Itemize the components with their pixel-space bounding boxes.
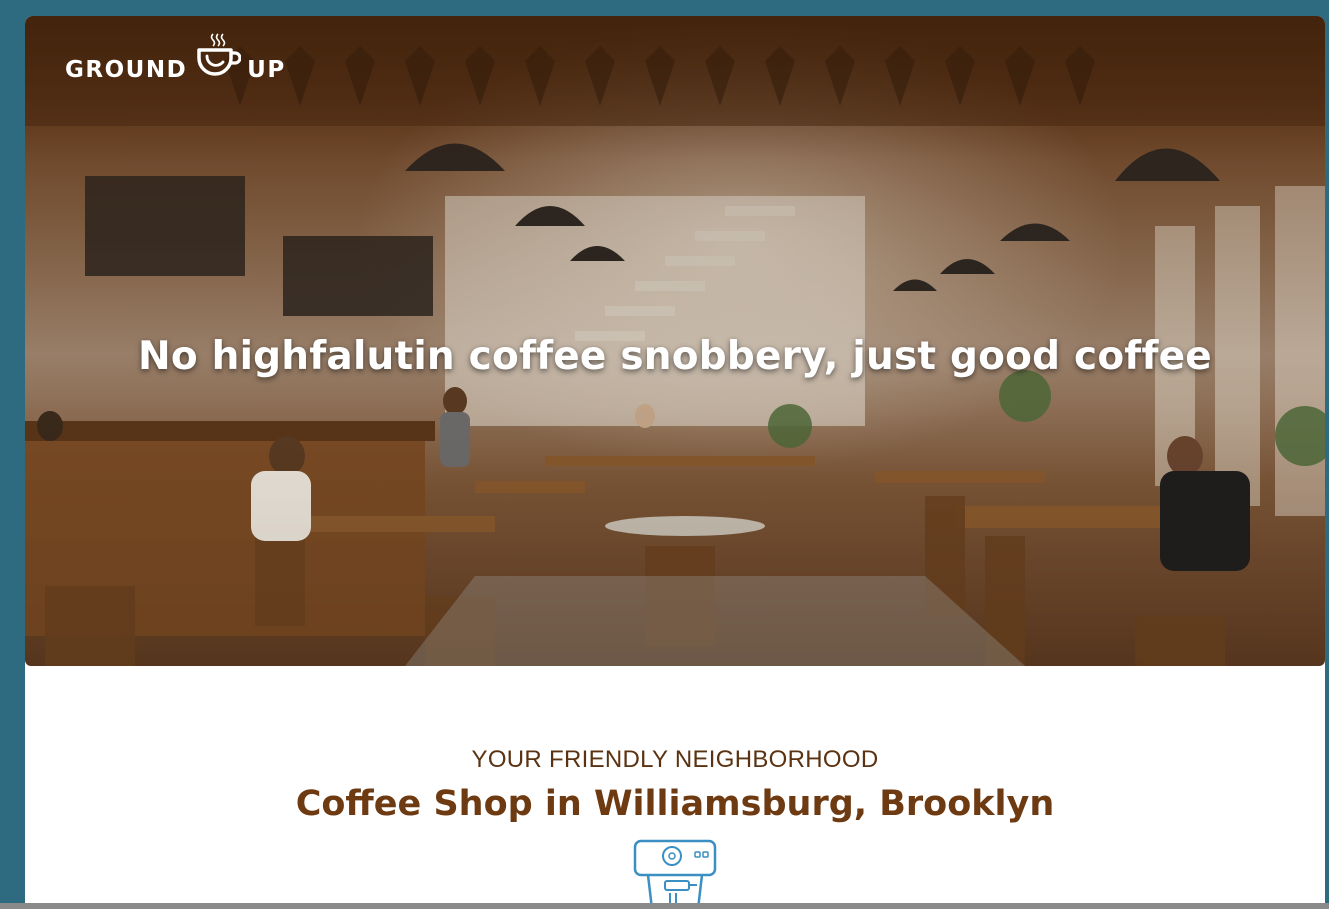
logo-text-ground: GROUND [65,57,188,83]
hero-banner: GROUND UP No highfalutin coffee snobbery… [25,16,1325,666]
window-bottom-edge [0,903,1329,909]
intro-eyebrow: YOUR FRIENDLY NEIGHBORHOOD [471,746,879,773]
intro-section: YOUR FRIENDLY NEIGHBORHOOD Coffee Shop i… [25,746,1325,824]
ground-up-logo[interactable]: GROUND UP [65,30,286,84]
logo-text-up: UP [247,57,286,83]
page: GROUND UP No highfalutin coffee snobbery… [25,16,1325,909]
hero-headline: No highfalutin coffee snobbery, just goo… [138,334,1212,379]
intro-title: Coffee Shop in Williamsburg, Brooklyn [295,784,1055,824]
coffee-cup-icon [193,30,242,84]
